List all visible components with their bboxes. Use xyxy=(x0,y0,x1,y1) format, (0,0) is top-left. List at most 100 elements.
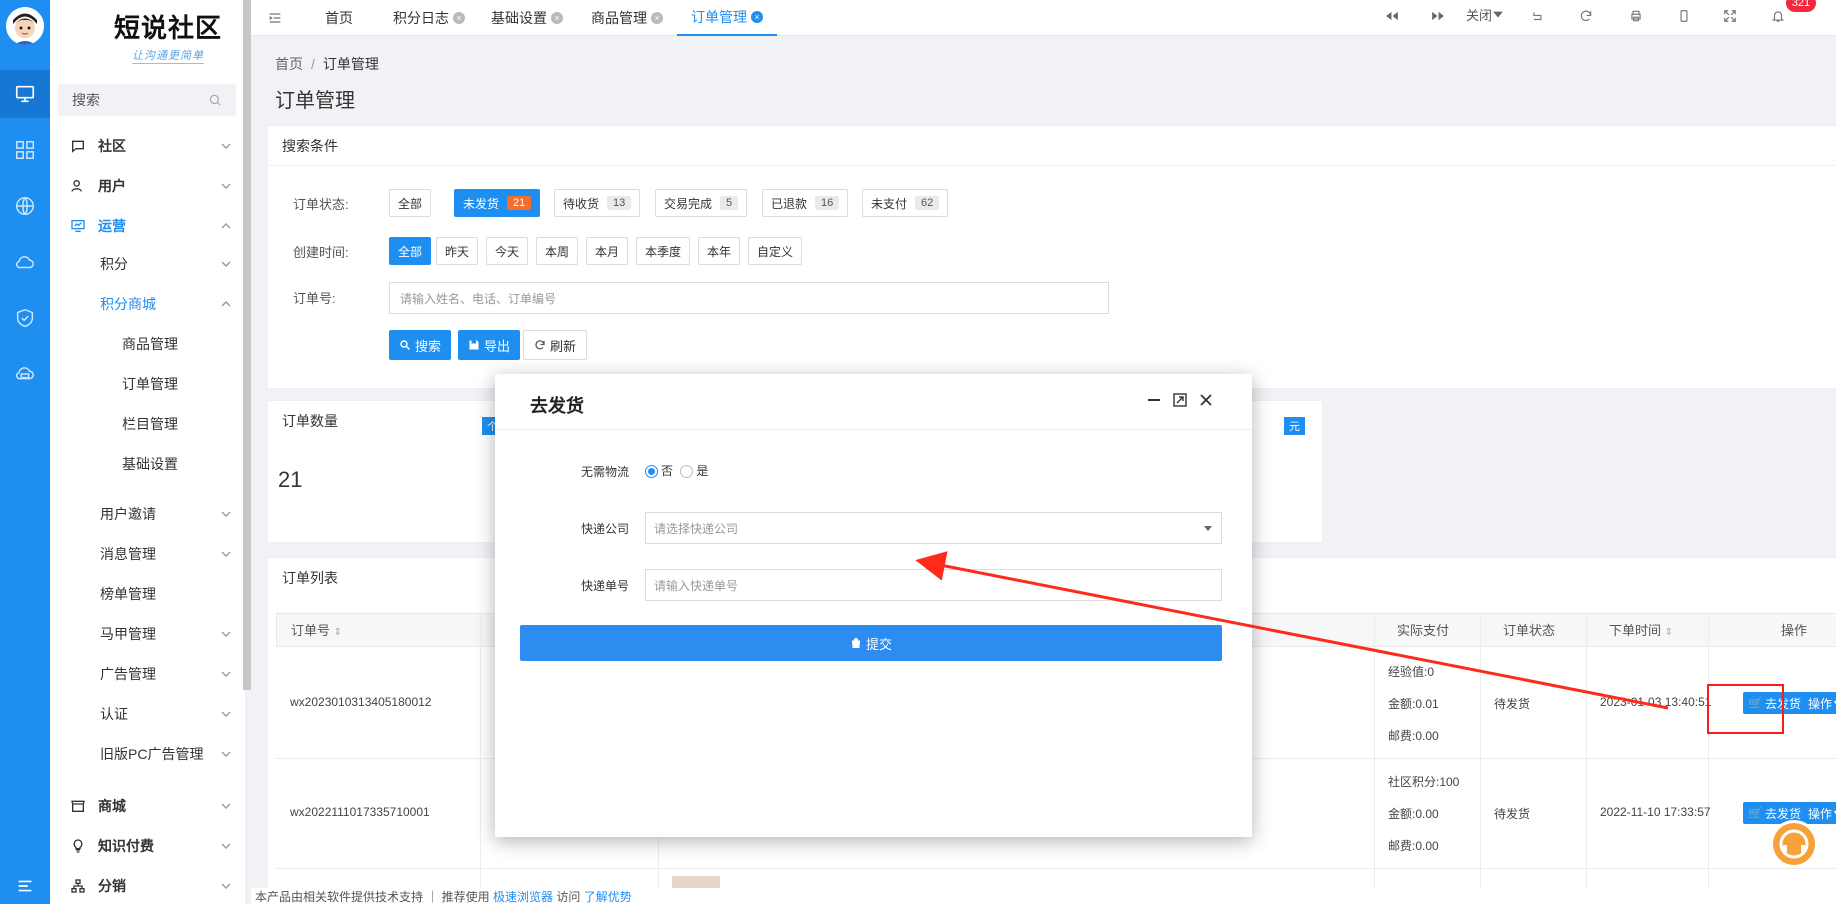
refresh-button[interactable]: 刷新 xyxy=(523,330,588,360)
column-label: 订单状态 xyxy=(1503,623,1556,638)
sidebar-item-product-management[interactable]: 商品管理 xyxy=(50,327,245,361)
sidebar-item-label: 用户 xyxy=(98,178,126,194)
sidebar-item-points-mall[interactable]: 积分商城 xyxy=(50,287,245,321)
time-filter-quarter[interactable]: 本季度 xyxy=(636,237,691,265)
time-filter-year[interactable]: 本年 xyxy=(698,237,741,265)
fold-menu-icon[interactable] xyxy=(267,10,283,26)
tab-points-log[interactable]: 积分日志 × xyxy=(379,0,479,36)
sidebar-item-points[interactable]: 积分 xyxy=(50,247,245,281)
tab-home[interactable]: 首页 xyxy=(311,0,367,36)
sidebar-item-label: 认证 xyxy=(100,706,128,722)
sidebar-item-users[interactable]: 用户 xyxy=(50,169,245,203)
highlight-box xyxy=(1707,684,1784,734)
status-filter-to-receive[interactable]: 待收货 13 xyxy=(554,189,641,217)
tracking-number-input[interactable]: 请输入快递单号 xyxy=(645,569,1222,601)
column-order-time[interactable]: 下单时间 ⇕ xyxy=(1595,614,1673,648)
menu-toggle-icon[interactable] xyxy=(0,862,50,904)
rewind-icon[interactable] xyxy=(1382,6,1402,26)
time-filter-week[interactable]: 本周 xyxy=(536,237,579,265)
time-filter-all[interactable]: 全部 xyxy=(389,237,432,265)
caret-down-icon xyxy=(1204,526,1212,531)
status-filter-unpaid[interactable]: 未支付 62 xyxy=(862,189,949,217)
fullscreen-icon[interactable] xyxy=(1720,6,1740,26)
sidebar-item-certification[interactable]: 认证 xyxy=(50,697,245,731)
close-tabs-dropdown[interactable]: 关闭 xyxy=(1466,0,1504,28)
status-filter-refunded[interactable]: 已退款 16 xyxy=(762,189,849,217)
sidebar-item-ad-management[interactable]: 广告管理 xyxy=(50,657,245,691)
radio-no[interactable]: 否 xyxy=(645,464,673,479)
time-filter-custom[interactable]: 自定义 xyxy=(748,237,803,265)
time-filter-month[interactable]: 本月 xyxy=(586,237,629,265)
sidebar-item-vest-management[interactable]: 马甲管理 xyxy=(50,617,245,651)
sidebar-item-label: 社区 xyxy=(98,138,126,154)
undo-icon[interactable] xyxy=(1528,6,1548,26)
browser-link[interactable]: 极速浏览器 xyxy=(493,890,553,904)
cloud-icon[interactable] xyxy=(0,238,50,286)
close-icon[interactable] xyxy=(1198,392,1214,408)
search-button[interactable]: 搜索 xyxy=(389,330,452,360)
close-icon[interactable]: × xyxy=(453,12,465,24)
close-icon[interactable]: × xyxy=(551,12,563,24)
order-search-input[interactable]: 请输入姓名、电话、订单编号 xyxy=(389,282,1109,314)
column-actions: 操作 xyxy=(1767,614,1807,648)
sidebar-item-label: 积分 xyxy=(100,256,128,272)
monitor-icon[interactable] xyxy=(0,70,50,118)
sidebar-item-distribution[interactable]: 分销 xyxy=(50,869,245,903)
sidebar-search[interactable]: 搜索 xyxy=(58,84,236,116)
learn-more-link[interactable]: 了解优势 xyxy=(584,890,632,904)
shopping-bag-icon xyxy=(851,638,861,648)
sitemap-icon xyxy=(71,879,85,893)
search-panel: 搜索条件 订单状态: 全部 未发货 21 待收货 13 交易完成 5 已退款 16 未支… xyxy=(267,125,1836,389)
support-chat-icon[interactable] xyxy=(1770,820,1818,868)
forward-icon[interactable] xyxy=(1428,6,1448,26)
tab-basic-settings[interactable]: 基础设置 × xyxy=(477,0,577,36)
sidebar-item-column-management[interactable]: 栏目管理 xyxy=(50,407,245,441)
submit-button[interactable]: 提交 xyxy=(520,625,1222,661)
status-count: 62 xyxy=(915,196,940,210)
status-option-label: 全部 xyxy=(398,196,423,211)
printer-icon[interactable] xyxy=(1626,6,1646,26)
sidebar-item-message-management[interactable]: 消息管理 xyxy=(50,537,245,571)
more-actions-button[interactable]: 操作▾ xyxy=(1803,692,1836,714)
sidebar-item-order-management[interactable]: 订单管理 xyxy=(50,367,245,401)
sidebar-item-community[interactable]: 社区 xyxy=(50,129,245,163)
column-order-id[interactable]: 订单号 ⇕ xyxy=(277,614,342,648)
sidebar-item-mall[interactable]: 商城 xyxy=(50,789,245,823)
breadcrumb-home[interactable]: 首页 xyxy=(275,56,303,72)
sort-icon[interactable]: ⇕ xyxy=(334,627,342,638)
globe-icon[interactable] xyxy=(0,182,50,230)
export-button[interactable]: 导出 xyxy=(458,330,521,360)
sidebar-item-knowledge-pay[interactable]: 知识付费 xyxy=(50,829,245,863)
avatar[interactable] xyxy=(6,7,44,45)
sidebar-item-user-invite[interactable]: 用户邀请 xyxy=(50,497,245,531)
radio-yes[interactable]: 是 xyxy=(680,464,708,479)
close-icon[interactable]: × xyxy=(651,12,663,24)
chevron-down-icon xyxy=(221,711,231,717)
status-filter-all[interactable]: 全部 xyxy=(389,189,432,217)
time-filter-today[interactable]: 今天 xyxy=(486,237,529,265)
bell-icon[interactable] xyxy=(1768,6,1788,26)
maximize-icon[interactable] xyxy=(1172,392,1188,408)
sidebar-item-operations[interactable]: 运营 xyxy=(50,209,245,243)
caret-down-icon xyxy=(1493,11,1503,18)
sidebar-scrollbar[interactable] xyxy=(243,0,251,690)
status-filter-completed[interactable]: 交易完成 5 xyxy=(655,189,748,217)
cloud-server-icon[interactable] xyxy=(0,350,50,398)
grid-icon[interactable] xyxy=(0,126,50,174)
chevron-down-icon xyxy=(221,631,231,637)
sidebar-item-legacy-pc-ads[interactable]: 旧版PC广告管理 xyxy=(50,737,245,771)
sidebar-item-basic-settings[interactable]: 基础设置 xyxy=(50,447,245,481)
sort-icon[interactable]: ⇕ xyxy=(1665,627,1673,638)
tab-product-management[interactable]: 商品管理 × xyxy=(577,0,677,36)
close-icon[interactable]: × xyxy=(751,11,763,23)
mobile-icon[interactable] xyxy=(1674,6,1694,26)
time-filter-yesterday[interactable]: 昨天 xyxy=(436,237,479,265)
status-filter-unshipped[interactable]: 未发货 21 xyxy=(454,189,541,217)
sidebar-item-ranking-management[interactable]: 榜单管理 xyxy=(50,577,245,611)
shield-check-icon[interactable] xyxy=(0,294,50,342)
minimize-icon[interactable] xyxy=(1146,392,1162,408)
courier-company-select[interactable]: 请选择快递公司 xyxy=(645,512,1222,544)
more-actions-button[interactable]: 操作▾ xyxy=(1803,802,1836,824)
tab-order-management[interactable]: 订单管理 × xyxy=(677,0,777,36)
refresh-icon[interactable] xyxy=(1576,6,1596,26)
